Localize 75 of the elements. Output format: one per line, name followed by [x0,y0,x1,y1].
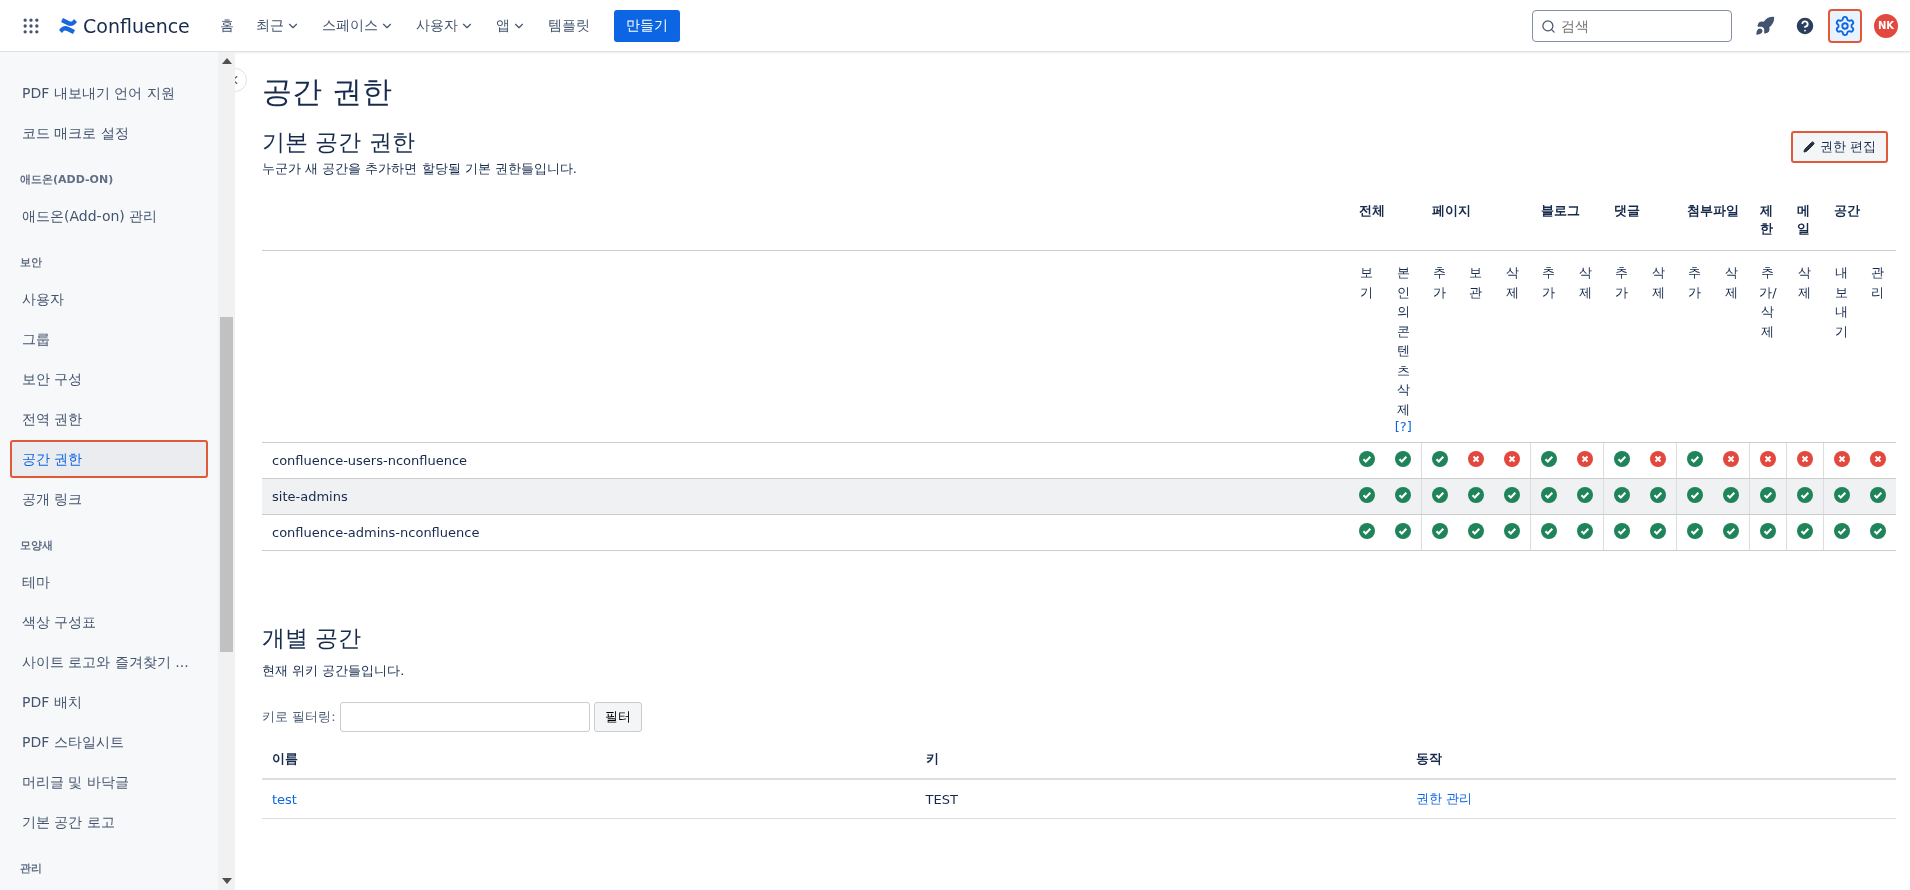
column-group-header: 블로그 [1530,192,1604,251]
settings-icon[interactable] [1828,8,1862,43]
column-header: 삭제 [1494,250,1531,443]
column-group-header: 페이지 [1421,192,1531,251]
column-group-header: 제한 [1749,192,1787,251]
column-header: 동작 [1405,740,1896,779]
column-header: 삭제 [1567,250,1604,443]
sidebar-item[interactable]: 색상 구성표 [10,603,208,641]
help-link[interactable]: [?] [1385,419,1422,434]
column-group-header: 댓글 [1603,192,1677,251]
pencil-icon [1802,141,1815,153]
user-avatar[interactable]: NK [1874,13,1898,38]
sidebar-item[interactable]: 테마 [10,563,208,601]
group-name: confluence-admins-nconfluence [262,514,1349,551]
search-field[interactable]: 검색 [1532,9,1732,42]
sidebar-section-header: 애드온(ADD-ON) [19,172,115,188]
edit-permissions-button[interactable]: 권한 편집 [1790,131,1888,163]
column-header: 키 [915,740,1406,779]
sidebar-section-header: 관리 [19,861,43,877]
nav-menu[interactable]: 스페이스 [313,10,402,41]
space-link[interactable]: test [272,791,297,807]
space-key: TEST [915,779,1406,819]
column-header: 보관 [1458,250,1494,443]
column-header: 추가/삭제 [1749,250,1787,443]
section-title: 기본 공간 권한 [262,128,416,157]
filter-input[interactable] [339,702,590,732]
section-description: 현재 위키 공간들입니다. [262,662,406,680]
nav-menu[interactable]: 템플릿 [539,10,598,41]
column-group-header: 메일 [1786,192,1824,251]
sidebar-item[interactable]: 머리글 및 바닥글 [10,763,208,801]
scrollbar[interactable] [218,52,235,890]
sidebar-item[interactable]: 전역 권한 [10,400,208,438]
sidebar-item[interactable]: 기본 공간 로고 [10,803,208,841]
nav-menu[interactable]: 사용자 [407,10,482,41]
filter-button[interactable]: 필터 [593,702,642,732]
sidebar-item[interactable]: PDF 내보내기 언어 지원 [10,74,208,112]
column-header: 추가 [1530,250,1567,443]
section-title: 개별 공간 [262,624,363,653]
sidebar-item[interactable]: PDF 배치 [10,683,208,721]
group-name: site-admins [262,478,1349,515]
column-header: 본인의콘텐츠삭제 [?] [1385,250,1422,443]
column-header: 추가 [1421,250,1458,443]
column-group-header: 전체 [1349,192,1422,251]
column-group-header: 첨부파일 [1676,192,1750,251]
sidebar-section-header: 모양새 [19,538,54,554]
sidebar-item[interactable]: 사용자 [10,280,208,318]
column-header: 추가 [1603,250,1640,443]
column-header: 삭제 [1786,250,1824,443]
create-button[interactable]: 만들기 [613,9,680,42]
section-description: 누군가 새 공간을 추가하면 할당될 기본 권한들입니다. [262,160,577,178]
column-header: 내보내기 [1823,250,1860,443]
filter-label: 키로 필터링: [262,708,336,726]
sidebar-item[interactable]: 그룹 [10,320,208,358]
sidebar-item[interactable]: PDF 스타일시트 [10,723,208,761]
column-header: 관리 [1860,250,1896,443]
group-name: confluence-users-nconfluence [262,442,1349,479]
column-header: 삭제 [1640,250,1677,443]
sidebar-item[interactable]: 코드 매크로 설정 [10,114,208,152]
sidebar-item[interactable]: 공개 링크 [10,480,208,518]
page-title: 공간 권한 [262,73,393,111]
column-header: 이름 [262,740,916,779]
sidebar-item[interactable]: 공간 권한 [10,440,208,478]
logo[interactable]: Confluence [58,14,190,37]
sidebar-section-header: 보안 [19,255,43,271]
nav-menu[interactable]: 홈 [211,10,242,41]
nav-menu[interactable]: 앱 [487,10,534,41]
sidebar-item[interactable]: 애드온(Add-on) 관리 [10,197,208,235]
nav-menu[interactable]: 최근 [247,10,308,41]
column-header: 보기 [1349,250,1385,443]
column-header: 삭제 [1713,250,1750,443]
column-group-header: 공간 [1823,192,1896,251]
sidebar-item[interactable]: 보안 구성 [10,360,208,398]
manage-permissions-link[interactable]: 권한 관리 [1415,791,1472,806]
sidebar-item[interactable]: 사이트 로고와 즐겨찾기 ... [10,643,208,681]
column-header: 추가 [1676,250,1713,443]
